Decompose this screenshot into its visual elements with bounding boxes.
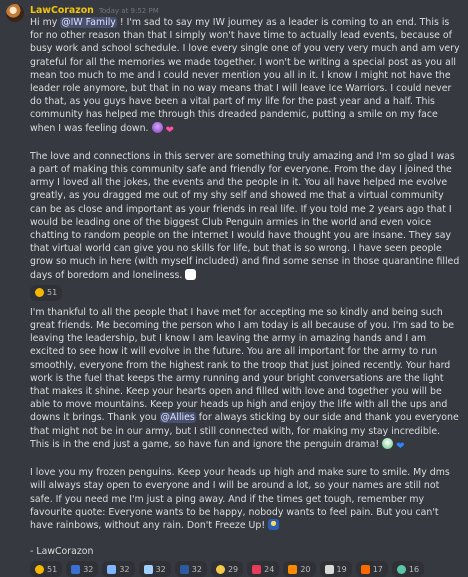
- reaction-count: 32: [83, 564, 94, 574]
- reaction-count: 29: [227, 564, 239, 574]
- reaction-penguin-ice[interactable]: 32: [102, 561, 135, 577]
- message-paragraph-1: Hi my @IW Family ! I'm sad to say my IW …: [30, 16, 460, 137]
- penguin-blue-icon: [71, 564, 81, 574]
- reaction-count: 32: [191, 564, 202, 574]
- signature: - LawCorazon: [30, 546, 94, 558]
- reaction-count: 20: [300, 564, 311, 574]
- reaction-grin[interactable]: 29: [210, 561, 244, 577]
- reaction-count: 16: [408, 564, 420, 574]
- message-paragraph-4: I love you my frozen penguins. Keep your…: [30, 466, 460, 532]
- reactions-bar: 51: [30, 284, 460, 301]
- reaction-flame[interactable]: 17: [355, 561, 388, 577]
- text: I'm thankful to all the people that I ha…: [30, 306, 455, 424]
- reaction-count: 19: [336, 564, 347, 574]
- message-header: LawCorazon Today at 9:52 PM: [30, 4, 460, 16]
- star-icon: [35, 288, 44, 298]
- message-2: I'm thankful to all the people that I ha…: [0, 304, 468, 577]
- reaction-count: 32: [119, 564, 130, 574]
- reaction-star[interactable]: 51: [30, 561, 63, 577]
- avatar[interactable]: [6, 4, 24, 22]
- waving-hand-icon: [185, 268, 197, 280]
- reactions-bar: 51 32 32 32 32 29 24 20 19 17 16: [30, 561, 460, 577]
- reaction-count: 51: [47, 564, 58, 574]
- star-icon: [35, 564, 44, 574]
- role-mention[interactable]: @IW Family: [60, 17, 117, 28]
- reaction-count: 51: [47, 288, 58, 298]
- penguin-emoji-icon: [268, 518, 280, 530]
- penguin-party-icon: [288, 564, 298, 574]
- reaction-count: 32: [155, 564, 166, 574]
- role-mention[interactable]: @Allies: [159, 412, 196, 424]
- reaction-count: 24: [264, 564, 275, 574]
- grin-icon: [215, 564, 225, 574]
- reaction-penguin-party[interactable]: 20: [283, 561, 316, 577]
- reaction-penguin-blue[interactable]: 32: [66, 561, 99, 577]
- heart-icon: [252, 564, 262, 574]
- reaction-star[interactable]: 51: [30, 284, 63, 301]
- penguin-ice-icon: [107, 564, 117, 574]
- snowball-emoji-icon: [382, 437, 394, 449]
- reaction-heart[interactable]: 24: [247, 561, 280, 577]
- flame-icon: [360, 564, 370, 574]
- heart-icon: ❤: [165, 124, 174, 136]
- snowflake-icon: [143, 564, 153, 574]
- penguin-crown-icon: [179, 564, 189, 574]
- text: ! I'm sad to say my IW journey as a lead…: [30, 17, 460, 134]
- reaction-bubble[interactable]: 16: [391, 561, 425, 577]
- message-paragraph-3: I'm thankful to all the people that I ha…: [30, 306, 460, 453]
- reaction-penguin-crown[interactable]: 32: [174, 561, 207, 577]
- text: I love you my frozen penguins. Keep your…: [30, 467, 450, 531]
- sheet-icon: [324, 564, 334, 574]
- blue-heart-icon: ❤: [396, 440, 405, 452]
- message-1: LawCorazon Today at 9:52 PM Hi my @IW Fa…: [0, 0, 468, 301]
- reaction-sheet[interactable]: 19: [319, 561, 352, 577]
- reaction-count: 17: [372, 564, 383, 574]
- purple-emoji-icon: [151, 121, 163, 133]
- message-paragraph-2: The love and connections in this server …: [30, 150, 460, 282]
- text: The love and connections in this server …: [30, 150, 460, 281]
- text: Hi my: [30, 17, 61, 28]
- bubble-icon: [396, 564, 406, 574]
- reaction-snowflake[interactable]: 32: [138, 561, 171, 577]
